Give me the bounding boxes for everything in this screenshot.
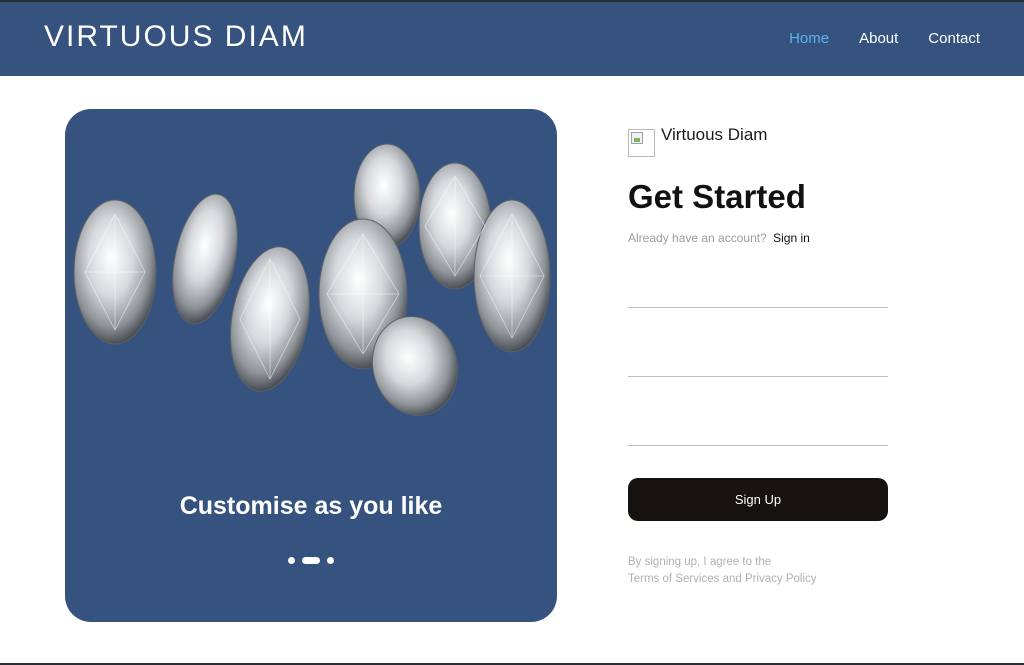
nav-links: Home About Contact [789,30,980,47]
broken-image-icon [628,129,655,157]
signin-prompt: Already have an account? Sign in [628,231,810,245]
form-logo: Virtuous Diam [628,124,888,158]
signup-field-2[interactable] [628,347,888,377]
terms-notice: By signing up, I agree to the Terms of S… [628,554,888,588]
signup-field-3[interactable] [628,416,888,446]
terms-link[interactable]: Terms of Services and Privacy Policy [628,571,888,588]
signin-prompt-text: Already have an account? [628,231,767,245]
hero-caption: Customise as you like [179,492,443,520]
signup-button[interactable]: Sign Up [628,478,888,521]
page-title: Get Started [628,178,806,215]
carousel-dot-active[interactable] [302,557,320,564]
signup-form: Virtuous Diam Get Started Already have a… [628,124,888,585]
hero-carousel: Customise as you like [65,109,557,622]
signup-field-1[interactable] [628,278,888,308]
carousel-dot[interactable] [327,557,334,564]
navbar: VIRTUOUS DIAM Home About Contact [0,2,1024,76]
terms-line-1: By signing up, I agree to the [628,556,772,568]
brand-title[interactable]: VIRTUOUS DIAM [44,20,308,54]
nav-link-contact[interactable]: Contact [928,30,980,47]
carousel-dot[interactable] [288,557,295,564]
carousel-indicators [65,557,557,564]
diamonds-image [73,143,551,417]
nav-link-about[interactable]: About [859,30,898,47]
nav-link-home[interactable]: Home [789,30,829,47]
signin-link[interactable]: Sign in [773,231,810,245]
logo-text: Virtuous Diam [661,125,768,144]
